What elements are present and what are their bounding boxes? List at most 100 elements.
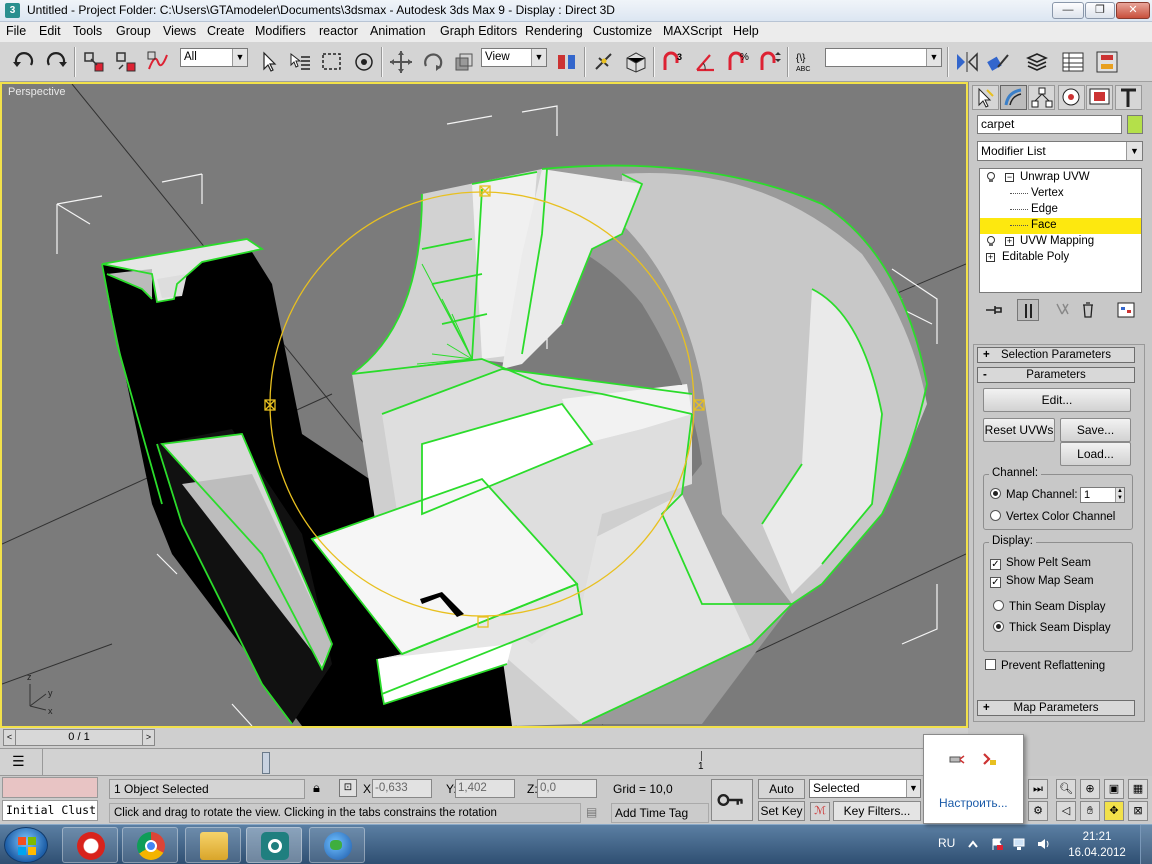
display-tab-icon[interactable] — [1086, 85, 1113, 110]
maximize-button[interactable]: ❐ — [1085, 2, 1115, 19]
collapse-icon[interactable]: − — [1005, 173, 1014, 182]
menu-views[interactable]: Views — [163, 24, 196, 38]
default-tangent-icon[interactable]: ℳ — [810, 802, 830, 821]
track-time-cursor[interactable] — [262, 752, 270, 774]
lightbulb-icon[interactable] — [986, 236, 996, 247]
taskbar-explorer[interactable] — [185, 827, 241, 863]
maxscript-input[interactable]: Initial Clust — [2, 800, 98, 821]
minimize-button[interactable]: — — [1052, 2, 1084, 19]
modifier-stack[interactable]: − Unwrap UVW Vertex Edge Face + UVW Mapp… — [979, 168, 1142, 293]
redo-icon[interactable] — [42, 48, 68, 74]
modifier-list-dropdown[interactable]: Modifier List ▼ — [977, 141, 1143, 161]
stack-item-edge[interactable]: Edge — [980, 202, 1141, 218]
lightbulb-icon[interactable] — [986, 172, 996, 183]
thin-seam-radio[interactable]: Thin Seam Display — [993, 600, 1106, 613]
edit-named-selection-icon[interactable]: {\} ABC — [792, 48, 818, 74]
snaps-toggle-icon[interactable]: 3 — [659, 48, 685, 74]
select-and-rotate-icon[interactable] — [419, 48, 445, 74]
bind-to-space-warp-icon[interactable] — [144, 48, 170, 74]
prevent-reflattening-checkbox[interactable]: Prevent Reflattening — [985, 659, 1105, 672]
expand-icon[interactable]: + — [1005, 237, 1014, 246]
field-of-view-icon[interactable]: ◁ — [1056, 801, 1076, 821]
expand-icon[interactable]: + — [986, 253, 995, 262]
map-channel-spinner[interactable]: 1 ▲ ▼ — [1080, 487, 1125, 503]
key-selection-set-dropdown[interactable]: Selected ▼ — [809, 779, 921, 798]
show-map-seam-checkbox[interactable]: ✓ Show Map Seam — [990, 575, 1094, 588]
menu-create[interactable]: Create — [207, 24, 245, 38]
pan-view-icon[interactable]: ✋︎ — [1080, 801, 1100, 821]
vertex-color-channel-radio[interactable]: Vertex Color Channel — [990, 510, 1115, 523]
load-button[interactable]: Load... — [1060, 442, 1131, 466]
set-keys-key-icon[interactable] — [711, 779, 753, 821]
map-channel-radio[interactable]: Map Channel: — [990, 488, 1078, 501]
taskbar-globe-app[interactable] — [309, 827, 365, 863]
select-and-scale-icon[interactable] — [450, 48, 476, 74]
taskbar-opera[interactable] — [62, 827, 118, 863]
system-clock[interactable]: 21:21 16.04.2012 — [1062, 829, 1132, 861]
spinner-snap-icon[interactable] — [756, 48, 782, 74]
show-pelt-seam-checkbox[interactable]: ✓ Show Pelt Seam — [990, 557, 1091, 570]
select-object-icon[interactable] — [255, 48, 281, 74]
tray-expand-icon[interactable] — [966, 837, 980, 851]
taskbar-chrome[interactable] — [122, 827, 178, 863]
menu-rendering[interactable]: Rendering — [525, 24, 583, 38]
close-button[interactable]: ✕ — [1116, 2, 1150, 19]
z-coord-field[interactable]: 0,0 — [537, 779, 597, 798]
stack-item-uvw-mapping[interactable]: + UVW Mapping — [980, 234, 1141, 250]
menu-animation[interactable]: Animation — [370, 24, 426, 38]
y-coord-field[interactable]: 1,402 — [455, 779, 515, 798]
remove-modifier-icon[interactable] — [1077, 299, 1099, 321]
window-crossing-icon[interactable] — [350, 48, 376, 74]
next-frame-icon[interactable]: > — [142, 730, 154, 745]
menu-tools[interactable]: Tools — [73, 24, 102, 38]
rollout-map-parameters[interactable]: + Map Parameters — [977, 700, 1135, 716]
make-unique-icon[interactable] — [1053, 299, 1075, 321]
utilities-tab-icon[interactable] — [1115, 85, 1142, 110]
rollout-parameters[interactable]: - Parameters — [977, 367, 1135, 383]
volume-icon[interactable] — [1036, 837, 1050, 851]
track-bar[interactable]: ☰ 0 1 — [0, 748, 968, 776]
stack-item-vertex[interactable]: Vertex — [980, 186, 1141, 202]
select-by-name-icon[interactable] — [286, 48, 312, 74]
undo-icon[interactable] — [10, 48, 36, 74]
menu-modifiers[interactable]: Modifiers — [255, 24, 306, 38]
input-indicator-icon[interactable] — [980, 751, 998, 767]
time-configuration-icon[interactable]: ⚙ — [1028, 801, 1048, 821]
align-icon[interactable] — [985, 48, 1011, 74]
previous-frame-icon[interactable]: < — [4, 730, 16, 745]
zoom-icon[interactable]: 🔍︎ — [1056, 779, 1076, 799]
viewport-scene[interactable]: z y x — [2, 84, 966, 726]
viewport-label[interactable]: Perspective — [8, 86, 65, 98]
arc-rotate-icon[interactable]: ✥ — [1104, 801, 1124, 821]
named-selection-dropdown[interactable]: ▼ — [825, 48, 942, 67]
add-time-tag-button[interactable]: Add Time Tag — [611, 803, 709, 823]
lock-selection-icon[interactable]: 🔒︎ — [313, 780, 320, 796]
schematic-view-icon[interactable] — [1093, 48, 1119, 74]
show-desktop-button[interactable] — [1140, 825, 1152, 864]
zoom-extents-all-icon[interactable]: ▦ — [1128, 779, 1148, 799]
track-area[interactable] — [42, 749, 966, 775]
maximize-viewport-icon[interactable]: ⊠ — [1128, 801, 1148, 821]
create-tab-icon[interactable] — [972, 85, 999, 110]
object-name-field[interactable]: carpet — [977, 115, 1122, 134]
network-icon[interactable] — [1012, 837, 1026, 851]
language-indicator[interactable]: RU — [938, 836, 955, 850]
stack-item-editable-poly[interactable]: + Editable Poly — [980, 250, 1141, 266]
zoom-extents-icon[interactable]: ▣ — [1104, 779, 1124, 799]
configure-link[interactable]: Настроить... — [939, 796, 1008, 810]
time-slider[interactable]: < 0 / 1 > — [0, 728, 968, 748]
configure-modifier-sets-icon[interactable] — [1115, 299, 1137, 321]
hierarchy-tab-icon[interactable] — [1028, 85, 1055, 110]
select-and-link-icon[interactable] — [80, 48, 106, 74]
menu-graph-editors[interactable]: Graph Editors — [440, 24, 517, 38]
spinner-arrows-icon[interactable]: ▲ ▼ — [1115, 488, 1124, 502]
start-button[interactable] — [4, 827, 48, 863]
menu-help[interactable]: Help — [733, 24, 759, 38]
mini-curve-editor-icon[interactable]: ☰ — [12, 753, 32, 771]
auto-key-button[interactable]: Auto Key — [758, 779, 805, 814]
reset-uvws-button[interactable]: Reset UVWs — [983, 418, 1055, 442]
keyboard-shortcut-override-icon[interactable] — [622, 48, 648, 74]
absolute-mode-transform-icon[interactable]: ⊡ — [339, 779, 357, 797]
save-button[interactable]: Save... — [1060, 418, 1131, 442]
mirror-icon[interactable] — [953, 48, 979, 74]
